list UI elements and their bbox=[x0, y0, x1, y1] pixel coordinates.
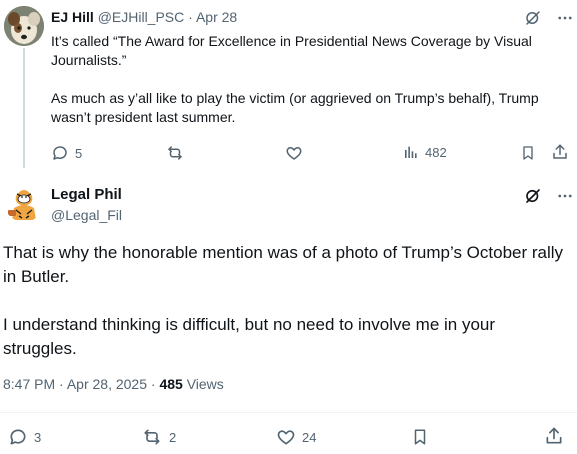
main-meta-separator-2: · bbox=[150, 376, 156, 392]
main-reply-button[interactable]: 3 bbox=[8, 427, 41, 447]
parent-views-button[interactable]: 482 bbox=[403, 144, 447, 160]
parent-bookmark-button[interactable] bbox=[520, 144, 536, 162]
bookmark-icon bbox=[411, 427, 429, 447]
main-like-button[interactable]: 24 bbox=[276, 427, 316, 447]
main-tweet-meta: 8:47 PM · Apr 28, 2025 · 485 Views bbox=[3, 376, 224, 393]
main-top-icons bbox=[524, 187, 574, 205]
parent-tweet-header: EJ Hill @EJHill_PSC · Apr 28 bbox=[51, 9, 237, 26]
parent-tweet-text: It’s called “The Award for Excellence in… bbox=[51, 32, 571, 127]
thread-connector-line bbox=[23, 48, 25, 168]
parent-separator: · bbox=[188, 9, 193, 25]
main-meta-separator: · bbox=[59, 376, 64, 392]
bookmark-icon bbox=[520, 144, 536, 162]
main-views-count: 485 bbox=[159, 376, 183, 392]
heart-icon bbox=[285, 144, 303, 162]
main-like-count: 24 bbox=[302, 429, 317, 445]
main-views-label: Views bbox=[186, 376, 224, 392]
main-reply-count: 3 bbox=[34, 429, 42, 445]
avatar-ej-hill[interactable] bbox=[4, 6, 44, 46]
main-repost-count: 2 bbox=[169, 429, 177, 445]
parent-tweet[interactable]: EJ Hill @EJHill_PSC · Apr 28 It’s called… bbox=[0, 0, 577, 170]
heart-icon bbox=[276, 427, 296, 447]
main-tweet[interactable]: Legal Phil @Legal_Fil That is why the ho… bbox=[0, 170, 577, 454]
more-dots-icon[interactable] bbox=[556, 187, 574, 205]
bar-chart-icon bbox=[403, 144, 419, 160]
main-tweet-text: That is why the honorable mention was of… bbox=[3, 241, 573, 361]
reply-bubble-icon bbox=[51, 144, 69, 162]
parent-repost-button[interactable] bbox=[165, 144, 185, 162]
main-share-button[interactable] bbox=[544, 426, 564, 446]
main-handle[interactable]: @Legal_Fil bbox=[51, 207, 122, 224]
parent-date[interactable]: Apr 28 bbox=[196, 9, 237, 25]
main-paragraph-1: That is why the honorable mention was of… bbox=[3, 243, 564, 286]
share-upload-icon bbox=[551, 143, 569, 161]
parent-handle[interactable]: @EJHill_PSC bbox=[98, 9, 185, 25]
divider-top bbox=[0, 412, 577, 413]
main-display-name[interactable]: Legal Phil bbox=[51, 186, 122, 204]
parent-share-button[interactable] bbox=[551, 143, 569, 161]
parent-display-name[interactable]: EJ Hill bbox=[51, 9, 94, 25]
more-dots-icon[interactable] bbox=[556, 9, 574, 27]
parent-reply-button[interactable]: 5 bbox=[51, 144, 82, 162]
repost-arrows-icon bbox=[165, 144, 185, 162]
grok-slash-icon[interactable] bbox=[524, 9, 542, 27]
parent-like-button[interactable] bbox=[285, 144, 303, 162]
main-repost-button[interactable]: 2 bbox=[141, 427, 176, 447]
parent-views-count: 482 bbox=[425, 144, 447, 160]
main-date[interactable]: Apr 28, 2025 bbox=[67, 376, 147, 392]
parent-reply-count: 5 bbox=[75, 145, 83, 161]
parent-paragraph-2: As much as y’all like to play the victim… bbox=[51, 90, 539, 125]
reply-bubble-icon bbox=[8, 427, 28, 447]
main-paragraph-2: I understand thinking is difficult, but … bbox=[3, 315, 496, 358]
grok-slash-icon[interactable] bbox=[524, 187, 542, 205]
main-bookmark-button[interactable] bbox=[411, 427, 429, 447]
parent-paragraph-1: It’s called “The Award for Excellence in… bbox=[51, 33, 532, 68]
parent-top-icons bbox=[524, 9, 574, 27]
avatar-legal-phil[interactable] bbox=[4, 182, 44, 222]
share-upload-icon bbox=[544, 426, 564, 446]
main-time[interactable]: 8:47 PM bbox=[3, 376, 55, 392]
repost-arrows-icon bbox=[141, 427, 163, 447]
